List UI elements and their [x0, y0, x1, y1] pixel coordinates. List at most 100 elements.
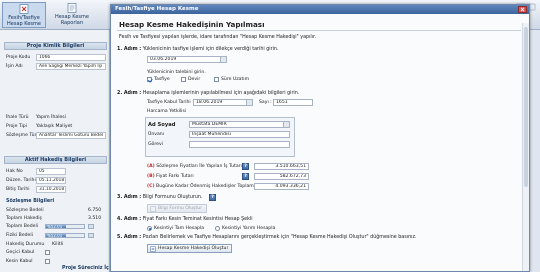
document-x-icon: [19, 4, 29, 14]
step-2: 2. Adım : Hesaplama işlemlerinin yapılab…: [117, 91, 299, 96]
heading-divider: [117, 30, 521, 31]
label-gecici-kabul: Geçici Kabul: [6, 250, 35, 255]
bilgi-formu-olustur-button[interactable]: Bilgi Formu Oluştur: [147, 204, 207, 213]
tasfiye-kabul-label: Tasfiye Kabul Tarihi: [147, 100, 191, 105]
label-proje-tipi: Proje Tipi: [6, 124, 27, 129]
dialog-heading: Hesap Kesme Hakedişinin Yapılması: [119, 20, 265, 29]
devir-checkbox[interactable]: [181, 77, 186, 82]
dilekce-date-value: 03.06.2019: [150, 57, 177, 62]
calendar-dropdown-icon-2[interactable]: [246, 100, 252, 105]
step-5-text: Pozları Belirlemek ve Tasfiye Hesapların…: [142, 235, 417, 240]
row-sozlesme-bedeli: Sözleşme Bedeli 6.750: [6, 207, 106, 214]
fiziki-bedeli-detail-button[interactable]: [88, 233, 94, 238]
tasfiye-checkbox[interactable]: [147, 77, 152, 82]
row-gecici-kabul: Geçici Kabul: [6, 249, 106, 256]
row-a-help-icon[interactable]: ?: [242, 163, 249, 170]
toplam-bedeli-progress: %52,01: [45, 224, 85, 229]
row-sozlesme-turu: Sözleşme Türü Anahtar Teslimi Götürü Bed…: [6, 132, 106, 139]
label-duzen-tarihi: Düzen. Tarihi: [6, 178, 36, 183]
label-toplam-hakedis: Toplam Hakediş: [6, 216, 42, 221]
calculator-icon: [150, 246, 156, 252]
kesin-kabul-checkbox[interactable]: [45, 259, 50, 264]
gorevi-input[interactable]: [189, 141, 290, 148]
step-4: 4. Adım : Fiyat Farkı Kesin Teminat Kesi…: [117, 217, 253, 222]
row-bitis-tarihi: Bitiş Tarihi 31.10.2018: [6, 186, 106, 193]
value-proje-tipi: Yaklaşık Maliyet: [36, 124, 73, 129]
step-2-label: 2. Adım :: [117, 91, 142, 96]
value-hak-no: 05: [36, 168, 66, 175]
unvan-value: İnşaat Mühendisi: [192, 132, 231, 137]
ad-soyad-label: Ad Soyad: [148, 122, 176, 128]
gorevi-label: Görevi: [148, 142, 163, 147]
fesih-tasfiye-dialog: Fesih/Tasfiye Hesap Kesme Hesap Kesme Ha…: [110, 4, 530, 272]
label-sozlesme-turu: Sözleşme Türü: [6, 133, 40, 138]
ad-soyad-value: Mustafa DEMİR: [192, 122, 227, 127]
report-icon: [67, 3, 77, 13]
kesinti-yarim-label: Kesintiyi Yarım Hesapla: [222, 225, 276, 231]
value-isin-adi: Aile Sağlığı Merkezi Yapım İşi: [36, 63, 106, 70]
calendar-dropdown-icon[interactable]: [220, 57, 226, 62]
toplam-bedeli-detail-button[interactable]: [88, 224, 94, 229]
row-hakedis-durumu: Hakediş Durumu Kilitli: [6, 241, 106, 248]
project-sidebar: Proje Kimlik Bilgileri Proje Kodu 1066 İ…: [0, 30, 110, 272]
tasfiye-label: Tasfiye: [154, 76, 170, 82]
row-b-help-icon[interactable]: ?: [242, 173, 249, 180]
fesih-tasfiye-toolbar-button[interactable]: Fesih/Tasfiye Hesap Kesme: [2, 2, 46, 28]
value-duzen-tarihi: 05.11.2018: [36, 177, 66, 184]
tasfiye-kabul-date-picker[interactable]: 18.06.2019: [193, 99, 253, 106]
devir-label: Devir: [188, 76, 201, 82]
hesap-kesme-olustur-label: Hesap Kesme Hakedişi Oluştur: [158, 246, 229, 251]
fiziki-bedeli-progress: %52,01: [45, 233, 85, 238]
toolbar-label-1b: Hesap Kesme: [7, 21, 41, 27]
step-1-label: 1. Adım :: [117, 47, 142, 52]
sayi-value: 1651: [276, 100, 288, 105]
form-icon: [150, 206, 156, 212]
row-a-caption: (A) Sözleşme Fiyatları İle Yapılan İş Tu…: [147, 164, 242, 169]
sure-uzatim-checkbox[interactable]: [214, 77, 219, 82]
row-c-caption: (C) Bugüne Kadar Ödenmiş Hakedişler Topl…: [147, 184, 255, 189]
step-3-help-icon[interactable]: ?: [209, 194, 216, 201]
row-c-letter: (C): [147, 184, 155, 189]
row-kesin-kabul: Kesin Kabul: [6, 258, 106, 265]
dialog-title: Fesih/Tasfiye Hesap Kesme: [115, 6, 199, 12]
dialog-scrollbar[interactable]: [522, 23, 529, 271]
label-hak-no: Hak No: [6, 169, 23, 174]
dialog-titlebar: Fesih/Tasfiye Hesap Kesme: [111, 5, 529, 14]
unvan-input[interactable]: İnşaat Mühendisi: [189, 131, 290, 138]
label-proje-kodu: Proje Kodu: [6, 55, 31, 60]
row-c-value: 4.093.336,21: [254, 183, 309, 190]
step-4-label: 4. Adım :: [117, 217, 142, 222]
step-5: 5. Adım : Pozları Belirlemek ve Tasfiye …: [117, 235, 417, 240]
row-b-caption: (B) Fiyat Farkı Tutarı: [147, 174, 194, 179]
hesap-kesme-raporlari-button[interactable]: Hesap Kesme Raporları: [50, 2, 94, 28]
label-toplam-bedeli: Toplam Bedeli: [6, 224, 39, 229]
row-proje-kodu: Proje Kodu 1066: [6, 54, 106, 61]
row-b-label: Fiyat Farkı Tutarı: [156, 174, 194, 179]
section-title-aktif-hakedis: Aktif Hakediş Bilgileri: [4, 156, 107, 164]
scrollbar-thumb[interactable]: [524, 27, 528, 187]
section-title-proje-kimlik: Proje Kimlik Bilgileri: [4, 42, 107, 50]
chevron-down-icon[interactable]: [283, 122, 289, 127]
step-1-text: Yüklenicinin tasfiye işlemi için dilekçe…: [142, 47, 279, 52]
value-bitis-tarihi: 31.10.2018: [36, 186, 66, 193]
sayi-input[interactable]: 1651: [273, 99, 313, 106]
hesap-kesme-olustur-button[interactable]: Hesap Kesme Hakedişi Oluştur: [147, 244, 232, 253]
row-isin-adi: İşin Adı Aile Sağlığı Merkezi Yapım İşi: [6, 63, 106, 70]
close-button[interactable]: [518, 6, 527, 13]
value-proje-kodu: 1066: [36, 54, 106, 61]
dialog-body: Hesap Kesme Hakedişinin Yapılması Fesih …: [111, 14, 529, 271]
sure-uzatim-label: Süre Uzatım: [221, 76, 250, 82]
dialog-intro: Fesih ve Tasfiyesi yapılan işlerde, idar…: [119, 35, 317, 40]
kesinti-tam-radio[interactable]: [147, 226, 152, 231]
close-icon: [520, 7, 525, 12]
tasfiye-kabul-date-value: 18.06.2019: [196, 100, 223, 105]
step-3-label: 3. Adım :: [117, 195, 142, 200]
sayi-label: Sayı :: [259, 100, 272, 105]
kesinti-yarim-radio[interactable]: [215, 226, 220, 231]
dilekce-date-picker[interactable]: 03.06.2019: [147, 56, 227, 63]
step-3-text: Bilgi Formunu Oluşturun.: [142, 195, 203, 200]
step-3: 3. Adım : Bilgi Formunu Oluşturun.: [117, 195, 202, 200]
ad-soyad-select[interactable]: Mustafa DEMİR: [189, 121, 290, 128]
row-hak-no: Hak No 05: [6, 168, 106, 175]
gecici-kabul-checkbox[interactable]: [45, 250, 50, 255]
